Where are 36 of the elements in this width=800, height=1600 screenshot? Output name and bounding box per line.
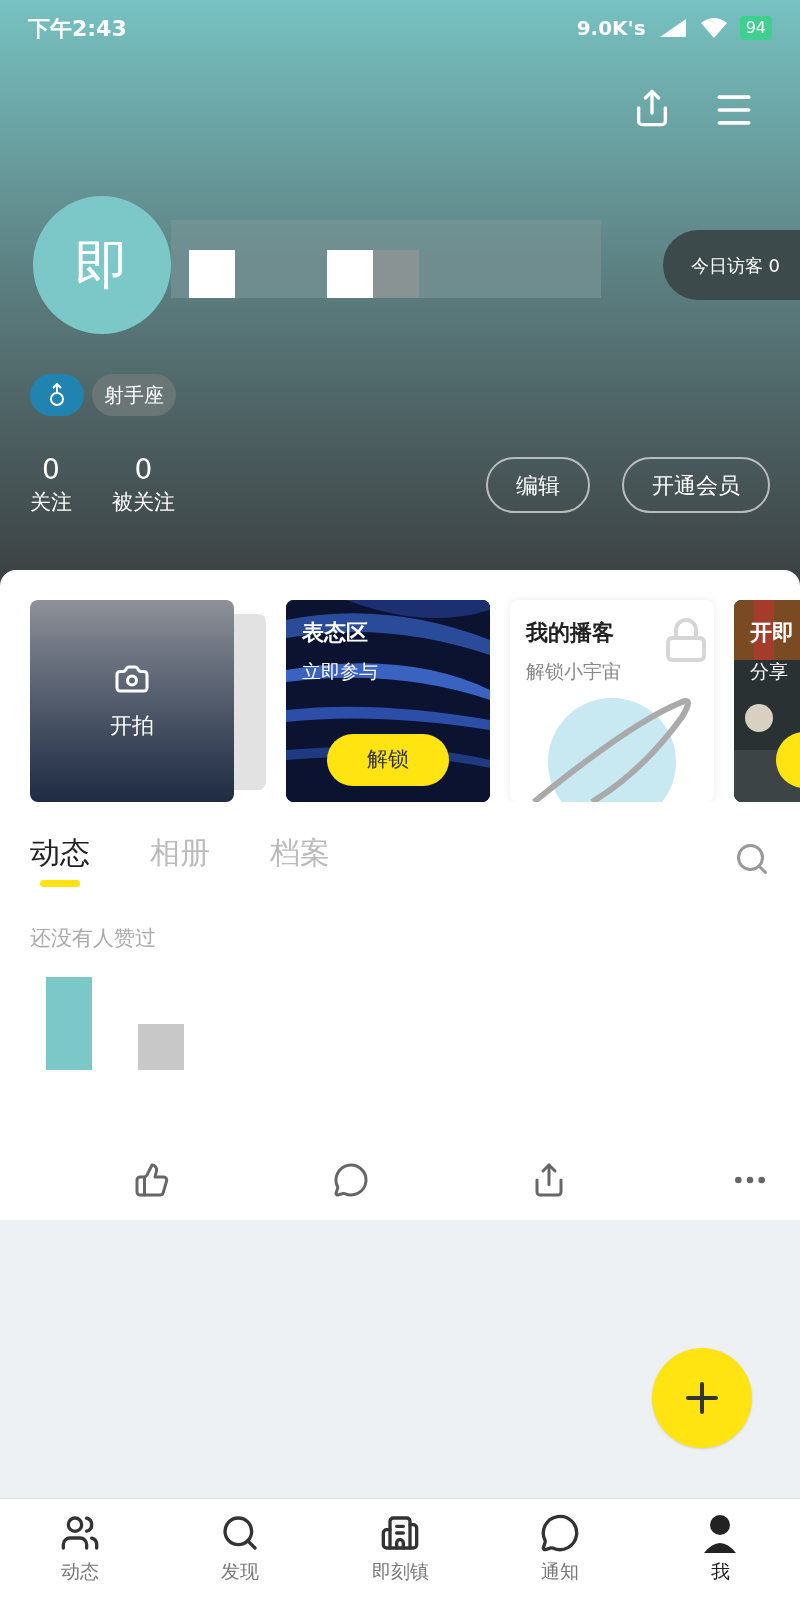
nav-tab[interactable]: 发现 — [160, 1499, 320, 1600]
podcast-card[interactable]: 我的播客 解锁小宇宙 — [510, 600, 714, 802]
card-title: 表态区 — [302, 619, 369, 647]
card-subtitle: 立即参与 — [302, 659, 379, 684]
edit-button[interactable]: 编辑 — [486, 457, 590, 514]
image-thumbnail[interactable] — [46, 976, 92, 1070]
nav-icon — [540, 1513, 580, 1554]
stat-label[interactable]: 被关注 — [112, 487, 175, 519]
likes-note: 还没有人赞过 — [29, 925, 157, 952]
battery-level: 94 — [739, 16, 772, 40]
card-title: 开即 — [750, 619, 795, 647]
promo-card[interactable]: 表态区 立即参与 解锁 — [286, 600, 490, 802]
male-icon — [49, 383, 65, 407]
status-time: 下午2:43 — [28, 14, 127, 43]
nav-tab[interactable]: 我 — [640, 1499, 800, 1600]
nav-tab[interactable]: 动态 — [0, 1499, 160, 1600]
profile-tab[interactable]: 动态 — [30, 830, 90, 887]
shoot-card[interactable]: 开拍 — [30, 600, 234, 802]
wifi-icon — [699, 17, 728, 39]
nav-tab[interactable]: 通知 — [480, 1499, 640, 1600]
network-speed: 9.0K's — [576, 15, 646, 42]
stat-label[interactable]: 关注 — [30, 487, 72, 519]
card-subtitle: 解锁小宇宙 — [526, 659, 622, 684]
stat-value: 0 — [134, 452, 153, 487]
stat-value: 0 — [42, 452, 60, 487]
like-icon[interactable] — [134, 1161, 170, 1198]
nav-tab[interactable]: 即刻镇 — [320, 1499, 480, 1600]
card-subtitle: 分享 — [750, 659, 789, 684]
membership-button[interactable]: 开通会员 — [622, 457, 770, 514]
visitor-count[interactable]: 今日访客 0 — [662, 230, 800, 300]
zodiac-tag: 射手座 — [92, 374, 176, 416]
image-thumbnail[interactable] — [138, 1023, 184, 1070]
card-title: 我的播客 — [526, 619, 615, 647]
feature-card[interactable]: 开即 分享 — [734, 600, 800, 802]
comment-icon[interactable] — [332, 1161, 369, 1198]
unlock-button[interactable]: 解锁 — [327, 734, 449, 786]
